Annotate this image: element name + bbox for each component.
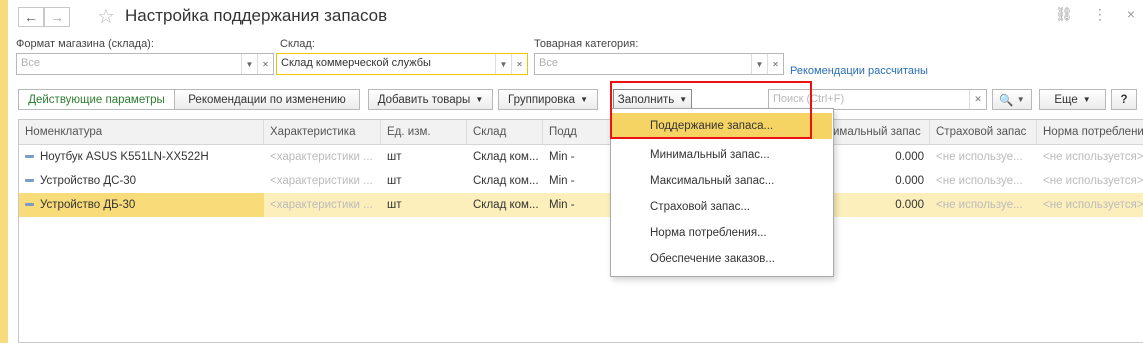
more-button[interactable]: Еще ▼	[1039, 89, 1106, 110]
cell-characteristic: <характеристики ...	[270, 199, 373, 211]
current-params-tab[interactable]: Действующие параметры	[18, 89, 175, 110]
cell-safety-stock: <не используе...	[936, 175, 1023, 187]
cell-min-stock: 0.000	[895, 175, 924, 187]
menu-item-order-provision[interactable]: Обеспечение заказов...	[612, 246, 832, 272]
left-accent-bar	[0, 0, 8, 343]
cell-unit: шт	[387, 199, 402, 211]
cell-consumption-rate: <не используется>	[1043, 199, 1143, 211]
category-value[interactable]: Все	[535, 54, 751, 74]
cell-nomenclature: Устройство ДС-30	[19, 169, 264, 193]
cell-characteristic: <характеристики ...	[270, 151, 373, 163]
cell-min-stock: 0.000	[895, 199, 924, 211]
add-goods-label: Добавить товары	[377, 93, 471, 106]
col-header-consumption-rate[interactable]: Норма потребления	[1037, 120, 1143, 144]
store-format-value[interactable]: Все	[17, 54, 241, 74]
grouping-button[interactable]: Группировка ▼	[498, 89, 598, 110]
store-format-field[interactable]: Все ▼ ✕	[16, 53, 274, 75]
dropdown-arrow-icon: ▼	[475, 95, 484, 104]
nomenclature-value: Ноутбук ASUS K551LN-XX522H	[40, 151, 209, 163]
nomenclature-value: Устройство ДБ-30	[40, 199, 136, 211]
close-icon[interactable]: ×	[1127, 6, 1135, 23]
change-recommendations-tab[interactable]: Рекомендации по изменению	[174, 89, 360, 110]
category-field[interactable]: Все ▼ ✕	[534, 53, 784, 75]
back-button[interactable]: ←	[18, 7, 44, 27]
dropdown-arrow-icon: ▼	[1016, 95, 1025, 104]
warehouse-value[interactable]: Склад коммерческой службы	[277, 54, 495, 74]
window-controls: ⛓ ⋮ ×	[1055, 6, 1135, 23]
search-button[interactable]: 🔍 ▼	[992, 89, 1032, 110]
cell-min-stock: 0.000	[895, 151, 924, 163]
chevron-down-icon[interactable]: ▼	[495, 54, 511, 74]
table-row[interactable]: Устройство ДС-30 <характеристики ... шт …	[19, 169, 1143, 193]
table-row-selected[interactable]: Устройство ДБ-30 <характеристики ... шт …	[19, 193, 1143, 217]
cell-nomenclature: Ноутбук ASUS K551LN-XX522H	[19, 145, 264, 169]
favorite-star-icon[interactable]: ☆	[97, 4, 115, 29]
table-header: Номенклатура Характеристика Ед. изм. Скл…	[19, 120, 1143, 145]
clear-icon[interactable]: ✕	[511, 54, 527, 74]
col-header-warehouse[interactable]: Склад	[467, 120, 543, 144]
add-goods-button[interactable]: Добавить товары ▼	[368, 89, 493, 110]
form-window: ← → ☆ Настройка поддержания запасов ⛓ ⋮ …	[8, 0, 1143, 343]
item-marker-icon	[25, 179, 34, 183]
grouping-label: Группировка	[508, 93, 576, 106]
item-marker-icon	[25, 203, 34, 207]
store-format-label: Формат магазина (склада):	[16, 38, 154, 50]
more-vertical-icon[interactable]: ⋮	[1093, 6, 1107, 23]
page-title: Настройка поддержания запасов	[125, 6, 388, 25]
menu-item-max-stock[interactable]: Максимальный запас...	[612, 168, 832, 194]
cell-safety-stock: <не используе...	[936, 199, 1023, 211]
category-label: Товарная категория:	[534, 38, 639, 50]
cell-safety-stock: <не используе...	[936, 151, 1023, 163]
chevron-down-icon[interactable]: ▼	[751, 54, 767, 74]
warehouse-label: Склад:	[280, 38, 315, 50]
clear-search-icon[interactable]: ✕	[969, 90, 986, 109]
col-header-characteristic[interactable]: Характеристика	[264, 120, 381, 144]
warehouse-field[interactable]: Склад коммерческой службы ▼ ✕	[276, 53, 528, 75]
cell-warehouse: Склад ком...	[473, 151, 539, 163]
col-header-min-stock[interactable]: имальный запас	[827, 120, 930, 144]
chevron-down-icon[interactable]: ▼	[241, 54, 257, 74]
menu-item-min-stock[interactable]: Минимальный запас...	[612, 142, 832, 168]
cell-unit: шт	[387, 151, 402, 163]
forward-button[interactable]: →	[44, 7, 70, 27]
clear-icon[interactable]: ✕	[257, 54, 273, 74]
dropdown-arrow-icon: ▼	[580, 95, 588, 104]
search-icon: 🔍	[999, 94, 1014, 107]
clear-icon[interactable]: ✕	[767, 54, 783, 74]
menu-item-safety-stock[interactable]: Страховой запас...	[612, 194, 832, 220]
table-row[interactable]: Ноутбук ASUS K551LN-XX522H <характеристи…	[19, 145, 1143, 169]
cell-nomenclature: Устройство ДБ-30	[19, 193, 264, 217]
col-header-safety-stock[interactable]: Страховой запас	[930, 120, 1037, 144]
menu-item-consumption-rate[interactable]: Норма потребления...	[612, 220, 832, 246]
cell-warehouse: Склад ком...	[473, 175, 539, 187]
recommendations-link[interactable]: Рекомендации рассчитаны	[790, 65, 928, 77]
highlight-annotation-box	[610, 81, 812, 139]
help-button[interactable]: ?	[1111, 89, 1137, 110]
cell-consumption-rate: <не используется>	[1043, 175, 1143, 187]
inventory-table: Номенклатура Характеристика Ед. изм. Скл…	[18, 119, 1143, 343]
dropdown-arrow-icon: ▼	[1082, 95, 1091, 104]
cell-unit: шт	[387, 175, 402, 187]
col-header-unit[interactable]: Ед. изм.	[381, 120, 467, 144]
nomenclature-value: Устройство ДС-30	[40, 175, 137, 187]
col-header-nomenclature[interactable]: Номенклатура	[19, 120, 264, 144]
arrow-right-icon: →	[50, 9, 64, 25]
cell-consumption-rate: <не используется>	[1043, 151, 1143, 163]
link-icon[interactable]: ⛓	[1055, 6, 1073, 23]
item-marker-icon	[25, 155, 34, 159]
cell-warehouse: Склад ком...	[473, 199, 539, 211]
arrow-left-icon: ←	[24, 9, 38, 25]
more-label: Еще	[1054, 93, 1078, 106]
cell-characteristic: <характеристики ...	[270, 175, 373, 187]
